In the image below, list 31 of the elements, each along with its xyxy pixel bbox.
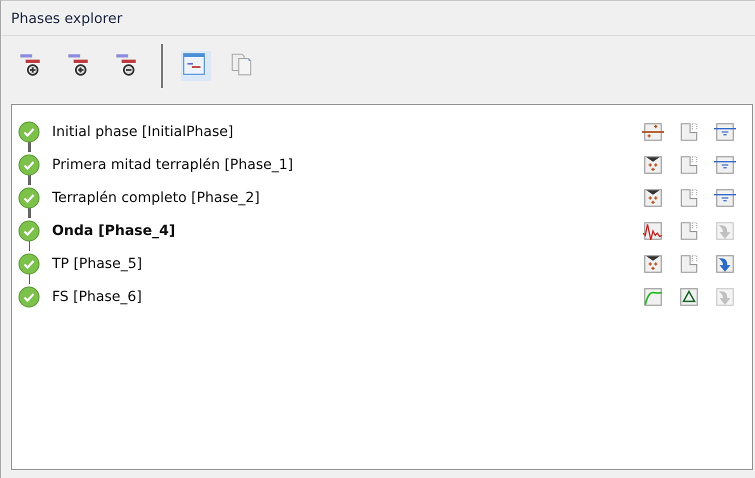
phase-name[interactable]: Primera mitad terraplén [Phase_1]: [52, 156, 642, 172]
page-icon: [678, 252, 700, 274]
page-icon: [678, 220, 700, 242]
load-points-icon: [642, 252, 664, 274]
check-icon: [18, 186, 40, 208]
page-icon: [678, 154, 700, 176]
check-icon: [18, 120, 40, 142]
arrow-down-icon: [714, 252, 736, 274]
phase-name[interactable]: Onda [Phase_4]: [52, 222, 642, 238]
soil-layer-icon: [642, 120, 664, 142]
arrow-down-icon: [714, 220, 736, 242]
phase-name[interactable]: FS [Phase_6]: [52, 288, 642, 304]
phase-name[interactable]: Initial phase [InitialPhase]: [52, 124, 642, 140]
check-icon: [18, 154, 40, 176]
phase-name[interactable]: TP [Phase_5]: [52, 256, 642, 272]
load-points-icon: [642, 186, 664, 208]
phases-window-button[interactable]: [181, 51, 211, 81]
check-icon: [18, 252, 40, 274]
page-icon: [678, 186, 700, 208]
water-level-icon: [714, 120, 736, 142]
curve-icon: [642, 286, 664, 308]
water-level-icon: [714, 186, 736, 208]
page-icon: [678, 120, 700, 142]
wave-icon: [642, 220, 664, 242]
water-level-icon: [714, 154, 736, 176]
load-points-icon: [642, 154, 664, 176]
phase-name[interactable]: Terraplén completo [Phase_2]: [52, 190, 642, 206]
arrow-down-icon: [714, 286, 736, 308]
phases-window-icon: [181, 51, 207, 77]
check-icon: [18, 220, 40, 242]
check-icon: [18, 286, 40, 308]
